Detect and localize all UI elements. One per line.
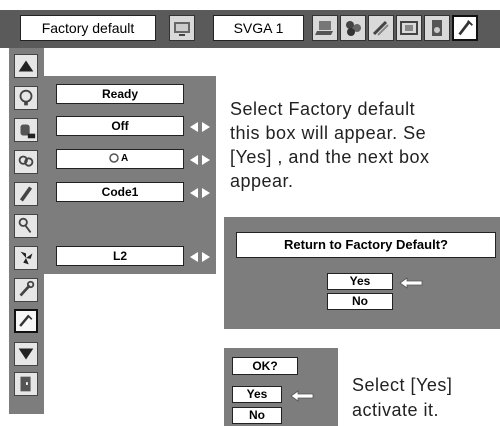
yes-button[interactable]: Yes (327, 273, 393, 290)
screen-size-icon[interactable] (396, 15, 422, 41)
key-icon[interactable] (14, 214, 38, 238)
arrow-up-icon[interactable] (14, 54, 38, 78)
instruction-line-1: Select Factory default (230, 99, 416, 119)
factory-default-menu-label[interactable]: Factory default (20, 15, 156, 41)
lamp-mode-arrows-icon[interactable] (189, 153, 211, 165)
settings-panel (44, 76, 216, 274)
ready-field: Ready (56, 84, 184, 104)
pencil-icon[interactable] (14, 182, 38, 206)
instruction-line-3: [Yes] , and the next box (230, 147, 430, 167)
yes-button[interactable]: Yes (232, 386, 282, 403)
l2-field[interactable]: L2 (56, 246, 184, 266)
computer-icon[interactable] (312, 15, 338, 41)
no-button[interactable]: No (327, 293, 393, 310)
code-arrows-icon[interactable] (189, 186, 211, 198)
off-field[interactable]: Off (56, 116, 184, 136)
instruction-line-4: appear. (230, 171, 294, 191)
dialog-title: Return to Factory Default? (236, 232, 496, 258)
bulb-icon (107, 152, 121, 166)
fan-icon[interactable] (14, 246, 38, 270)
instruction2-line-1: Select [Yes] (352, 375, 453, 395)
arrow-down-icon[interactable] (14, 342, 38, 366)
factory-default-icon[interactable] (14, 309, 38, 333)
factory-default-dialog: Return to Factory Default? Yes No (224, 217, 500, 329)
instruction-line-2: this box will appear. Se (230, 123, 427, 143)
pointer-arrow-icon (290, 389, 314, 402)
wrench-icon[interactable] (14, 278, 38, 302)
input-source-label[interactable]: SVGA 1 (213, 15, 304, 41)
lamp-mode-letter: A (121, 153, 129, 164)
l2-arrows-icon[interactable] (189, 250, 211, 262)
pointer-arrow-icon (399, 276, 423, 289)
image-select-icon[interactable] (368, 15, 394, 41)
instruction2-line-2: activate it. (352, 400, 440, 420)
ok-title: OK? (232, 357, 298, 375)
setting-icon[interactable] (452, 15, 478, 41)
hand-icon[interactable] (14, 118, 38, 142)
lamp-icon[interactable] (14, 86, 38, 110)
lamp-mode-field[interactable]: A (56, 149, 184, 169)
confirm-dialog: OK? Yes No (224, 348, 338, 426)
image-adjust-icon[interactable] (340, 15, 366, 41)
off-arrows-icon[interactable] (189, 120, 211, 132)
exit-door-icon[interactable] (14, 372, 38, 396)
sound-icon[interactable] (424, 15, 450, 41)
no-button[interactable]: No (232, 407, 282, 424)
screen-icon[interactable] (169, 15, 195, 41)
code-field[interactable]: Code1 (56, 182, 184, 202)
lamp-double-icon[interactable] (14, 150, 38, 174)
